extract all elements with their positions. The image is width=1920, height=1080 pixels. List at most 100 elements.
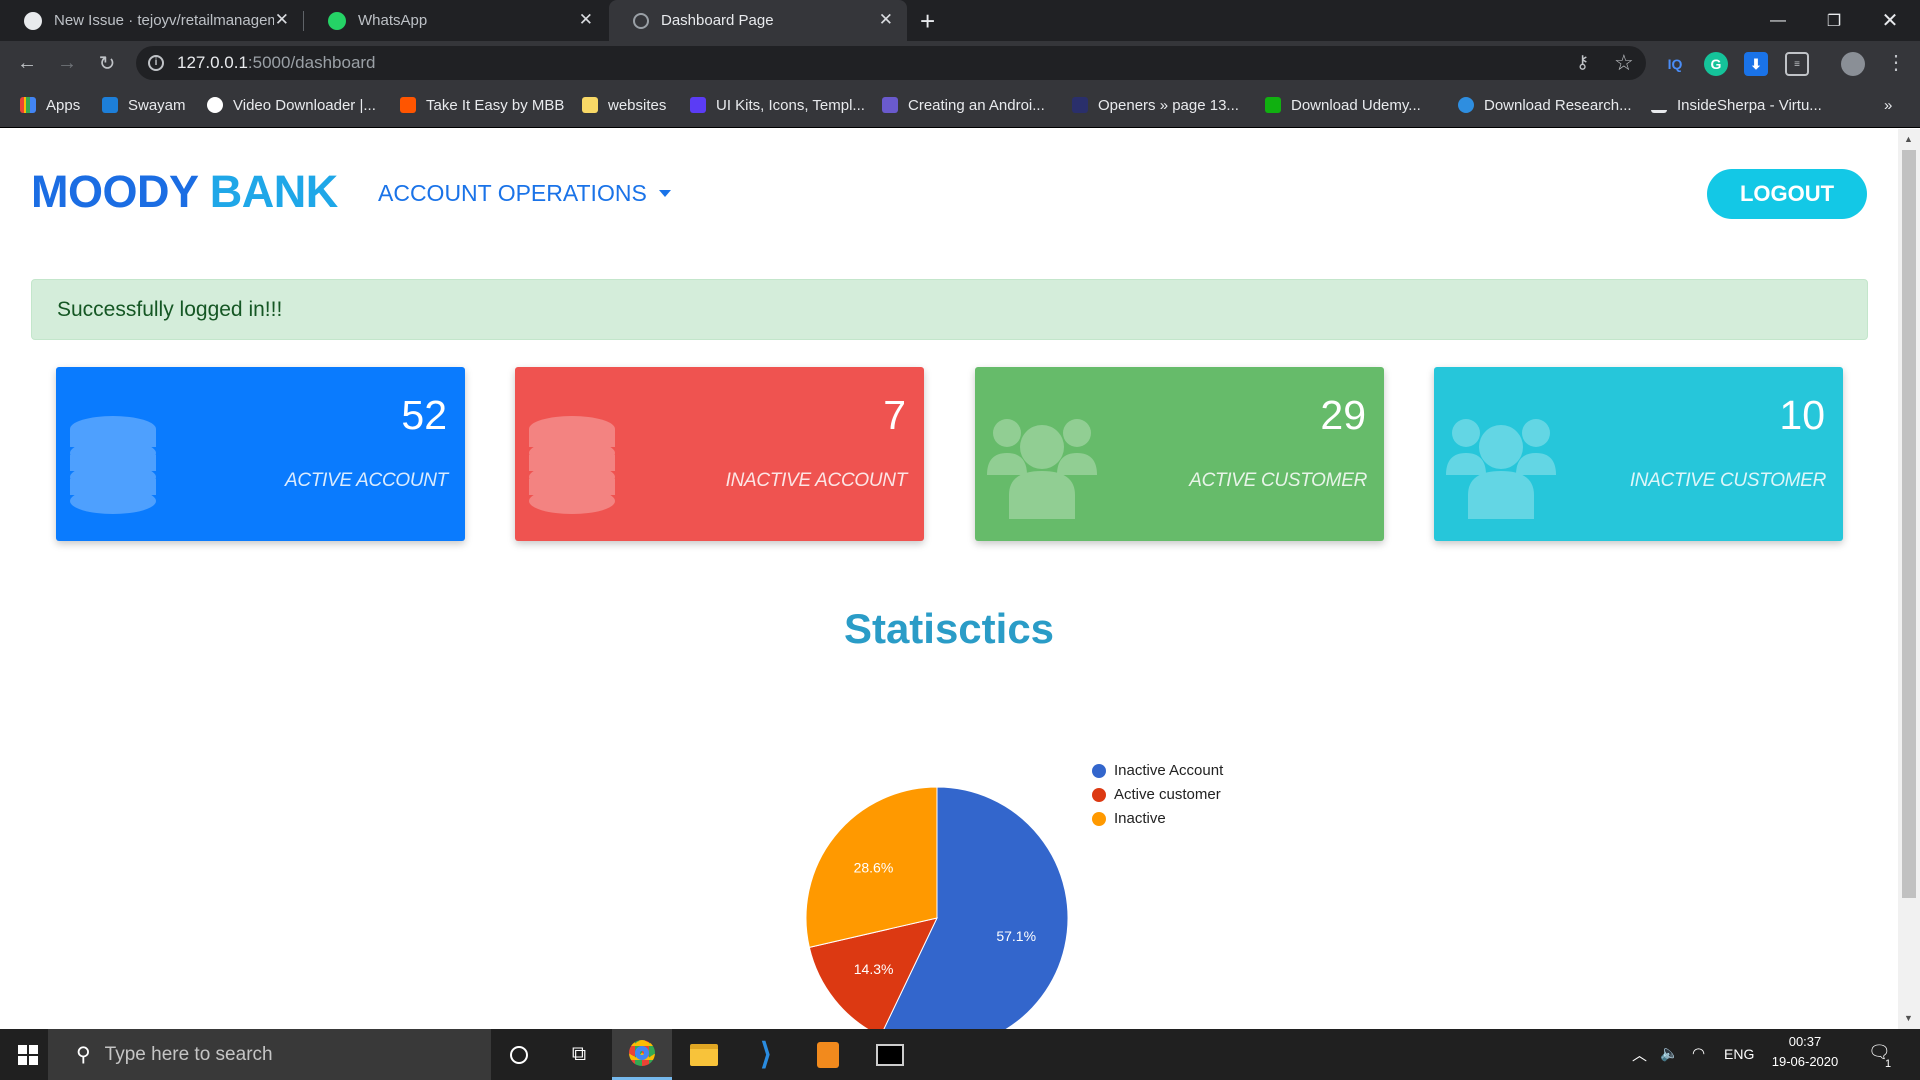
swayam-icon [102,97,118,113]
restore-icon[interactable]: ❐ [1806,0,1862,41]
new-tab-icon[interactable]: + [920,6,935,37]
statistics-heading: Statisctics [843,605,1055,652]
wordpress-icon [1458,97,1474,113]
users-icon [987,419,1097,519]
bookmark-label: UI Kits, Icons, Templ... [716,96,865,114]
wifi-icon[interactable]: ◠ [1692,1044,1705,1062]
bookmark-download-research[interactable]: Download Research... [1458,94,1632,116]
iq-extension-icon[interactable]: IQ [1663,52,1687,76]
card-label: INACTIVE ACCOUNT [725,470,908,491]
pie-slice-label: 28.6% [854,859,894,875]
card-value: 29 [1320,392,1366,438]
bookmark-apps[interactable]: Apps [20,94,80,116]
reload-icon[interactable]: ↻ [93,49,121,77]
logout-button[interactable]: LOGOUT [1707,169,1867,219]
task-view-icon[interactable]: ⧉ [549,1029,609,1080]
tab-dashboard[interactable]: Dashboard Page ✕ [609,0,907,41]
profile-avatar[interactable] [1841,52,1865,76]
bookmark-insidesherpa[interactable]: InsideSherpa - Virtu... [1651,94,1822,116]
legend-swatch [1092,811,1106,826]
more-bookmarks-icon[interactable]: » [1884,94,1892,116]
bookmark-creating-android[interactable]: Creating an Androi... [882,94,1045,116]
terminal-icon[interactable] [860,1029,920,1080]
search-icon: ⚲ [76,1044,91,1066]
legend-label: Inactive Account [1114,762,1224,779]
bookmark-download-udemy[interactable]: Download Udemy... [1265,94,1421,116]
bookmark-label: InsideSherpa - Virtu... [1677,96,1822,114]
chevron-right-icon: » [1884,96,1893,114]
download-extension-icon[interactable]: ⬇ [1744,52,1768,76]
vscode-icon[interactable]: ⟩ [736,1029,796,1080]
reader-icon[interactable]: ≡ [1785,52,1809,76]
taskbar-search-box[interactable]: ⚲ Type here to search [48,1029,491,1080]
brand-part1: MOODY [31,166,198,217]
card-label: ACTIVE CUSTOMER [1189,470,1367,491]
legend-item[interactable]: Active customer [1092,786,1221,803]
back-icon[interactable]: ← [13,49,41,77]
whatsapp-icon [328,11,346,30]
legend-item[interactable]: Inactive Account [1092,762,1223,779]
bookmark-openers[interactable]: Openers » page 13... [1072,94,1239,116]
chevron-up-icon[interactable]: ︿ [1632,1044,1647,1065]
close-tab-icon[interactable]: ✕ [275,10,289,30]
account-operations-dropdown[interactable]: ACCOUNT OPERATIONS [378,180,671,207]
info-icon[interactable]: i [148,55,164,71]
forward-icon[interactable]: → [53,49,81,77]
url-text[interactable]: 127.0.0.1:5000/dashboard [177,53,376,73]
card-value: 52 [401,392,447,438]
bookmark-label: Download Udemy... [1291,96,1421,114]
uplabs-icon [690,97,706,113]
close-tab-icon[interactable]: ✕ [879,10,893,30]
ae-icon [1072,97,1088,113]
sublime-icon[interactable] [798,1029,858,1080]
bookmark-ui-kits[interactable]: UI Kits, Icons, Templ... [690,94,865,116]
paw-icon [207,97,223,113]
bookmark-websites[interactable]: websites [582,94,666,116]
legend-swatch [1092,763,1106,778]
close-window-icon[interactable]: ✕ [1862,0,1918,41]
cortana-icon[interactable] [489,1029,549,1080]
tab-github-issue[interactable]: New Issue · tejoyv/retailmanagem ✕ [0,0,303,41]
users-icon [1446,419,1556,519]
tab-whatsapp[interactable]: WhatsApp ✕ [304,0,607,41]
github-icon [24,11,42,30]
bookmark-star-icon[interactable]: ☆ [1614,50,1634,76]
globe-icon [633,12,649,29]
windows-start-icon[interactable] [18,1045,38,1065]
language-indicator[interactable]: ENG [1724,1046,1754,1062]
bookmark-label: Openers » page 13... [1098,96,1239,114]
card-label: ACTIVE ACCOUNT [285,470,448,491]
legend-item[interactable]: Inactive [1092,810,1166,827]
grammarly-icon[interactable]: G [1704,52,1728,76]
file-explorer-icon[interactable] [674,1029,734,1080]
bookmark-video-downloader[interactable]: Video Downloader |... [207,94,376,116]
bookmark-swayam[interactable]: Swayam [102,94,186,116]
url-path: :5000/dashboard [247,53,376,72]
chrome-taskbar-icon[interactable] [612,1029,672,1080]
caret-down-icon [658,190,671,197]
minimize-icon[interactable]: — [1750,0,1806,41]
mountain-icon [1651,97,1667,113]
scroll-down-icon[interactable]: ▼ [1904,1013,1913,1023]
scrollbar-thumb[interactable] [1902,150,1916,898]
scroll-up-icon[interactable]: ▲ [1904,134,1913,144]
page-icon [882,97,898,113]
bookmark-label: Swayam [128,96,186,114]
volume-icon[interactable]: 🔈 [1660,1044,1679,1062]
brand-logo[interactable]: MOODY BANK [31,166,338,218]
ftu-icon [1265,97,1281,113]
tab-title: New Issue · tejoyv/retailmanagem [54,12,274,29]
key-icon[interactable]: ⚷ [1576,52,1589,73]
menu-dots-icon[interactable]: ⋮ [1886,50,1906,75]
search-placeholder: Type here to search [104,1043,273,1065]
close-tab-icon[interactable]: ✕ [579,10,593,30]
brand-part2: BANK [209,166,339,217]
clock-date: 19-06-2020 [1771,1054,1839,1069]
card-active-account: 52 ACTIVE ACCOUNT [56,367,465,541]
bookmark-take-it-easy[interactable]: Take It Easy by MBB [400,94,564,116]
bookmark-label: Download Research... [1484,96,1632,114]
clock[interactable]: 00:37 19-06-2020 [1770,1034,1840,1069]
database-icon [70,416,156,514]
apps-grid-icon [20,97,36,113]
card-value: 7 [883,392,906,438]
